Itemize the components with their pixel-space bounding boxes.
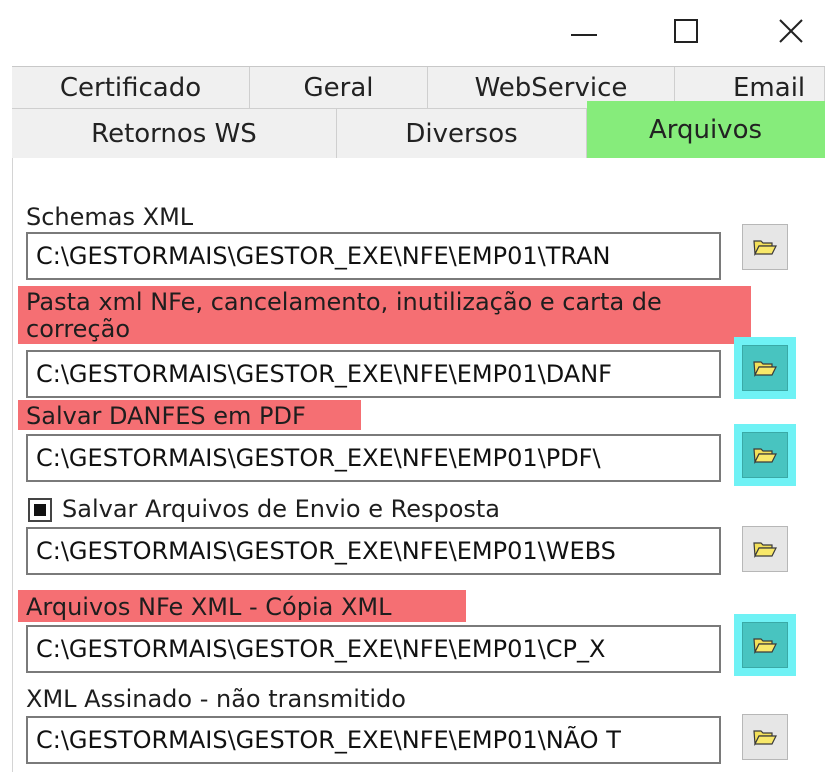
minimize-button[interactable] bbox=[550, 0, 618, 62]
xml-assinado-path-input[interactable]: C:\GESTORMAIS\GESTOR_EXE\NFE\EMP01\NÃO T bbox=[26, 716, 721, 764]
salvar-arquivos-browse-button[interactable] bbox=[742, 526, 788, 572]
schemas-xml-path-input[interactable]: C:\GESTORMAIS\GESTOR_EXE\NFE\EMP01\TRAN bbox=[26, 232, 721, 280]
maximize-icon bbox=[674, 19, 698, 43]
tab-arquivos[interactable]: Arquivos bbox=[587, 101, 825, 159]
salvar-arquivos-label: Salvar Arquivos de Envio e Resposta bbox=[62, 495, 500, 523]
folder-open-icon bbox=[753, 542, 777, 558]
close-button[interactable] bbox=[757, 0, 825, 62]
tab-geral[interactable]: Geral bbox=[250, 67, 428, 109]
danfes-pdf-label: Salvar DANFES em PDF bbox=[26, 402, 306, 430]
folder-open-icon bbox=[753, 638, 777, 654]
pasta-xml-label: Pasta xml NFe, cancelamento, inutilizaçã… bbox=[26, 288, 662, 316]
checkbox-check-mark bbox=[34, 504, 46, 516]
close-icon bbox=[779, 19, 803, 43]
maximize-button[interactable] bbox=[652, 0, 720, 62]
copia-xml-label: Arquivos NFe XML - Cópia XML bbox=[26, 593, 392, 621]
folder-open-icon bbox=[753, 448, 777, 464]
minimize-icon bbox=[571, 34, 597, 36]
pasta-xml-browse-button[interactable] bbox=[742, 345, 788, 391]
folder-open-icon bbox=[753, 730, 777, 746]
xml-assinado-browse-button[interactable] bbox=[742, 714, 788, 760]
tab-diversos[interactable]: Diversos bbox=[337, 109, 587, 159]
schemas-xml-browse-button[interactable] bbox=[742, 224, 788, 270]
pasta-xml-label-line2: correção bbox=[26, 315, 131, 343]
folder-open-icon bbox=[753, 361, 777, 377]
copia-xml-browse-button[interactable] bbox=[742, 622, 788, 668]
folder-open-icon bbox=[753, 240, 777, 256]
copia-xml-path-input[interactable]: C:\GESTORMAIS\GESTOR_EXE\NFE\EMP01\CP_X bbox=[26, 625, 721, 673]
tab-retornos-ws[interactable]: Retornos WS bbox=[12, 109, 337, 159]
salvar-arquivos-path-input[interactable]: C:\GESTORMAIS\GESTOR_EXE\NFE\EMP01\WEBS bbox=[26, 527, 721, 575]
salvar-arquivos-checkbox[interactable] bbox=[28, 498, 52, 522]
tab-certificado[interactable]: Certificado bbox=[12, 67, 250, 109]
pasta-xml-path-input[interactable]: C:\GESTORMAIS\GESTOR_EXE\NFE\EMP01\DANF bbox=[26, 350, 721, 398]
danfes-pdf-path-input[interactable]: C:\GESTORMAIS\GESTOR_EXE\NFE\EMP01\PDF\ bbox=[26, 434, 721, 482]
xml-assinado-label: XML Assinado - não transmitido bbox=[26, 685, 406, 713]
tab-strip: Certificado Geral WebService Email Retor… bbox=[12, 66, 825, 159]
schemas-xml-label: Schemas XML bbox=[26, 203, 194, 231]
danfes-pdf-browse-button[interactable] bbox=[742, 432, 788, 478]
